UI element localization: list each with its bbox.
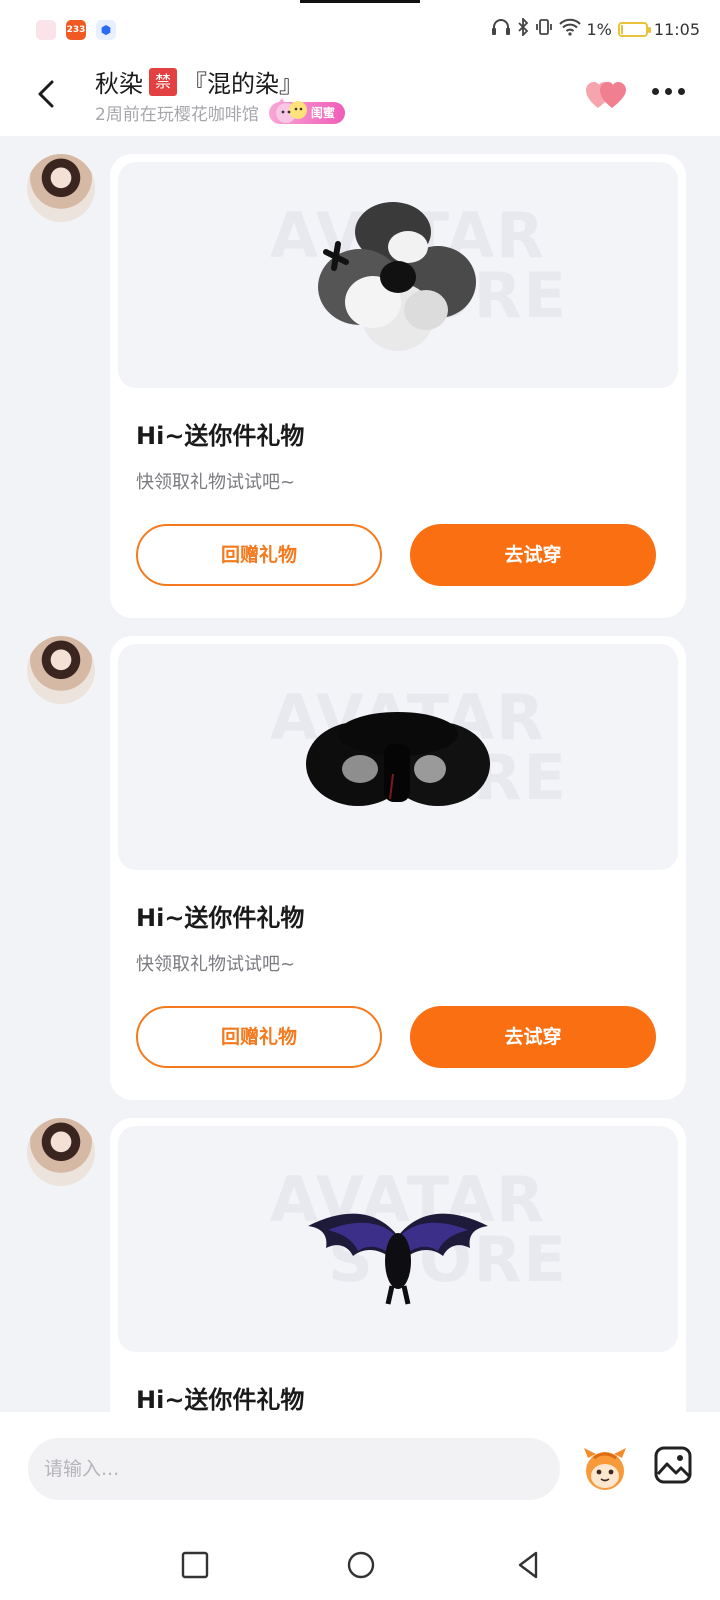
gift-description: 快领取礼物试试吧~: [136, 472, 296, 493]
contact-last-active: 2周前在玩樱花咖啡馆: [95, 105, 259, 125]
notification-app-icon: [36, 20, 56, 40]
battery-icon: [617, 21, 651, 37]
chat-message-list[interactable]: AVATARSTORE Hi~送你件礼物 快领取礼物试试吧~ 回赠礼物 去试穿: [0, 136, 720, 1412]
recent-apps-icon[interactable]: [178, 1548, 212, 1582]
ban-badge: 禁: [149, 67, 177, 96]
gift-description: 快领取礼物试试吧~: [136, 954, 296, 975]
sender-avatar[interactable]: [27, 636, 95, 704]
bestie-emoji-icon: [275, 97, 307, 123]
contact-name-row: 秋染 禁 『混的染』: [95, 64, 303, 99]
contact-status-row: 2周前在玩樱花咖啡馆 闺蜜: [95, 97, 345, 125]
gift-title: Hi~送你件礼物: [136, 1386, 305, 1412]
gift-preview[interactable]: AVATARSTORE: [118, 644, 678, 870]
wifi-icon: [558, 18, 581, 40]
flower-hairpin-icon: [318, 202, 476, 351]
vibrate-icon: [535, 18, 553, 40]
contact-name: 秋染: [95, 70, 143, 98]
gift-card: AVATAR STORE Hi~送你件礼物: [110, 1118, 686, 1412]
system-navigation-bar: [0, 1534, 720, 1600]
status-indicators: 1% 11:05: [491, 16, 700, 40]
top-indicator: [300, 0, 420, 3]
black-bow-icon: [306, 712, 490, 806]
chat-header: 秋染 禁 『混的染』 2周前在玩樱花咖啡馆 闺蜜: [0, 58, 720, 136]
mascot-emoji-button-icon[interactable]: [580, 1444, 630, 1492]
return-gift-button[interactable]: 回赠礼物: [136, 524, 382, 586]
back-button[interactable]: [30, 74, 66, 114]
return-gift-button[interactable]: 回赠礼物: [136, 1006, 382, 1068]
notification-233-icon: 233: [66, 20, 86, 40]
message-input[interactable]: [28, 1438, 560, 1500]
home-icon[interactable]: [344, 1548, 378, 1582]
contact-name-suffix: 『混的染』: [183, 70, 303, 98]
try-on-button[interactable]: 去试穿: [410, 524, 656, 586]
clock: 11:05: [653, 19, 700, 39]
headphones-icon: [491, 18, 511, 40]
status-notifications: 233 ⬢: [36, 20, 116, 40]
notification-shield-icon: ⬢: [96, 20, 116, 40]
more-options-button[interactable]: [652, 88, 685, 95]
bat-wings-icon: [308, 1213, 488, 1305]
gift-preview[interactable]: AVATARSTORE: [118, 1126, 678, 1352]
gift-preview[interactable]: AVATARSTORE: [118, 162, 678, 388]
relation-badge-label: 闺蜜: [310, 105, 335, 120]
relation-badge[interactable]: 闺蜜: [268, 97, 345, 124]
status-bar: 233 ⬢ 1% 11:05: [0, 0, 720, 58]
gift-title: Hi~送你件礼物: [136, 422, 305, 450]
battery-percent: 1%: [586, 19, 612, 39]
bluetooth-icon: [517, 16, 529, 40]
system-back-icon[interactable]: [512, 1548, 546, 1582]
gift-title: Hi~送你件礼物: [136, 904, 305, 932]
try-on-button[interactable]: 去试穿: [410, 1006, 656, 1068]
sender-avatar[interactable]: [27, 1118, 95, 1186]
chevron-left-icon: [38, 80, 54, 108]
message-input-bar: [0, 1412, 720, 1534]
image-picker-icon[interactable]: [654, 1446, 692, 1484]
sender-avatar[interactable]: [27, 154, 95, 222]
gift-card: AVATARSTORE Hi~送你件礼物 快领取礼物试试吧~ 回赠礼物 去试穿: [110, 154, 686, 618]
intimacy-hearts-icon[interactable]: [585, 78, 627, 112]
gift-card: AVATARSTORE Hi~送你件礼物 快领取礼物试试吧~ 回赠礼物 去试穿: [110, 636, 686, 1100]
